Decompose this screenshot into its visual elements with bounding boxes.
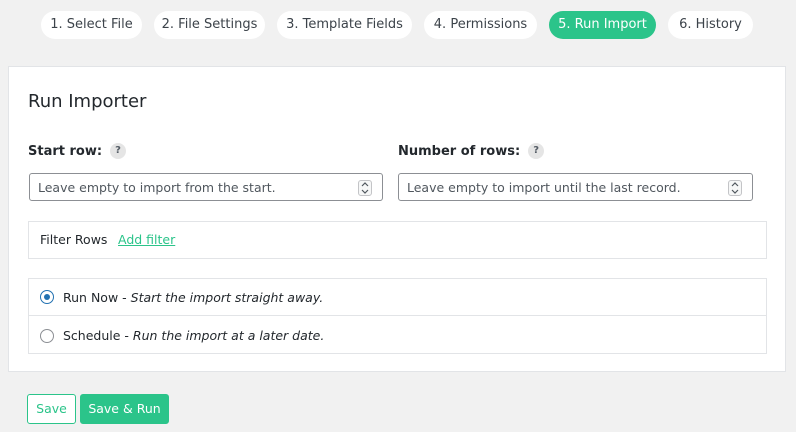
step-select-file[interactable]: 1. Select File <box>41 11 142 39</box>
help-icon[interactable]: ? <box>528 143 545 159</box>
step-permissions[interactable]: 4. Permissions <box>424 11 537 39</box>
schedule-description: Run the import at a later date. <box>132 328 325 343</box>
step-run-import[interactable]: 5. Run Import <box>549 11 656 39</box>
run-now-text: Run Now - Start the import straight away… <box>63 290 323 305</box>
steps-nav: 1. Select File 2. File Settings 3. Templ… <box>0 11 796 39</box>
number-of-rows-stepper[interactable] <box>728 180 742 196</box>
step-template-fields[interactable]: 3. Template Fields <box>277 11 412 39</box>
save-and-run-button[interactable]: Save & Run <box>80 394 169 424</box>
number-of-rows-input[interactable] <box>407 174 720 200</box>
run-now-label: Run Now <box>63 289 119 305</box>
start-row-field <box>29 173 383 201</box>
number-of-rows-label-group: Number of rows: ? <box>398 143 545 159</box>
filter-rows-label: Filter Rows <box>40 232 108 247</box>
schedule-text: Schedule - Run the import at a later dat… <box>63 328 324 343</box>
run-now-separator: - <box>118 289 131 305</box>
add-filter-link[interactable]: Add filter <box>118 232 175 247</box>
step-file-settings[interactable]: 2. File Settings <box>154 11 265 39</box>
start-row-input[interactable] <box>38 174 350 200</box>
run-now-option[interactable]: Run Now - Start the import straight away… <box>29 279 766 316</box>
schedule-separator: - <box>120 328 133 343</box>
start-row-label-group: Start row: ? <box>28 143 127 159</box>
card-title: Run Importer <box>28 91 147 112</box>
step-history[interactable]: 6. History <box>668 11 753 39</box>
start-row-label: Start row: <box>28 143 103 159</box>
run-now-radio[interactable] <box>40 290 54 304</box>
run-options-box: Run Now - Start the import straight away… <box>28 278 767 354</box>
schedule-label: Schedule <box>63 328 121 343</box>
stepper-arrows-icon <box>731 182 739 194</box>
schedule-option[interactable]: Schedule - Run the import at a later dat… <box>29 317 766 354</box>
stepper-arrows-icon <box>361 182 369 194</box>
help-icon[interactable]: ? <box>110 143 127 159</box>
save-button[interactable]: Save <box>27 394 76 424</box>
filter-rows-box: Filter Rows Add filter <box>28 221 767 259</box>
number-of-rows-field <box>398 173 753 201</box>
run-now-description: Start the import straight away. <box>130 289 324 305</box>
run-importer-card: Run Importer Start row: ? Number of rows… <box>8 66 786 372</box>
number-of-rows-label: Number of rows: <box>398 143 521 159</box>
schedule-radio[interactable] <box>40 328 54 343</box>
start-row-stepper[interactable] <box>358 180 372 196</box>
